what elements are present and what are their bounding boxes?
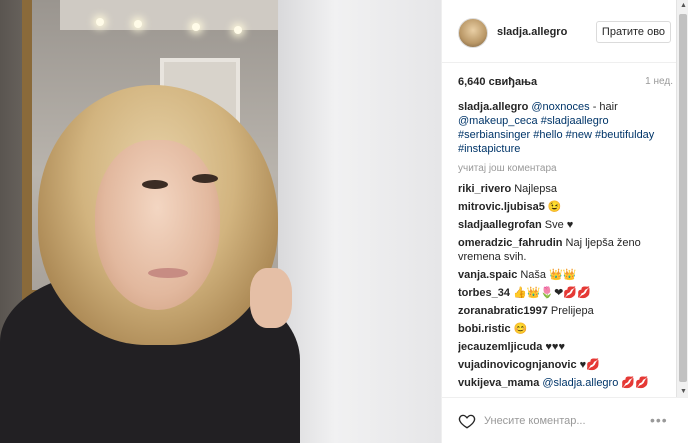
comment-text: Prelijepa <box>550 305 594 317</box>
photo-eye <box>192 174 218 183</box>
comment-text: Sve ♥ <box>544 219 574 231</box>
comment-mention[interactable]: @sladja.allegro <box>542 377 618 389</box>
comment-text: 👍👑🌷❤💋💋 <box>512 287 591 299</box>
load-more-comments[interactable]: учитај још коментара <box>458 162 676 176</box>
comment-username[interactable]: omeradzic_fahrudin <box>458 237 563 249</box>
heart-icon[interactable] <box>458 412 476 430</box>
comment-text: 💋💋 <box>618 377 649 389</box>
comment-item: vukijeva_mama @sladja.allegro 💋💋 <box>458 376 676 390</box>
comment-item: riki_rivero Najlepsa <box>458 182 676 196</box>
comment-text: 😊 <box>513 323 528 335</box>
comment-text: 😉 <box>547 201 562 213</box>
comment-username[interactable]: sladjaallegrofan <box>458 219 542 231</box>
comment-username[interactable]: torbes_34 <box>458 287 510 299</box>
avatar[interactable] <box>458 18 488 48</box>
comment-username[interactable]: riki_rivero <box>458 183 511 195</box>
likes-count[interactable]: 6,640 свиђања <box>458 76 537 88</box>
comments-scrollbar[interactable]: ▲ ▼ <box>676 0 688 397</box>
scroll-up-arrow-icon[interactable]: ▲ <box>680 2 687 9</box>
comment-item: omeradzic_fahrudin Naj ljepša ženo vremen… <box>458 236 676 264</box>
comment-username[interactable]: vanja.spaic <box>458 269 517 281</box>
photo-light <box>192 23 200 31</box>
photo-light <box>234 26 242 34</box>
photo-light <box>134 20 142 28</box>
caption-username[interactable]: sladja.allegro <box>458 101 528 113</box>
comment-item: mitrovic.ljubisa5 😉 <box>458 200 676 214</box>
comment-text: ♥♥♥ <box>545 341 565 353</box>
photo-face <box>95 140 220 310</box>
post-username[interactable]: sladja.allegro <box>497 26 567 38</box>
caption-text: - hair <box>589 101 618 113</box>
scroll-down-arrow-icon[interactable]: ▼ <box>680 388 687 395</box>
comment-item: jecauzemljicuda ♥♥♥ <box>458 340 676 354</box>
comment-username[interactable]: jecauzemljicuda <box>458 341 542 353</box>
comment-username[interactable]: zoranabratic1997 <box>458 305 548 317</box>
comment-username[interactable]: mitrovic.ljubisa5 <box>458 201 545 213</box>
post-stats: 6,640 свиђања 1 нед. <box>458 76 673 90</box>
comment-text: Naša 👑👑 <box>520 269 577 281</box>
comments-list: sladja.allegro @noxnoces - hair @makeup_… <box>458 100 676 397</box>
photo-ceiling <box>60 0 280 30</box>
comment-username[interactable]: bobi.ristic <box>458 323 511 335</box>
comment-item: vujadinovicognjanovic ♥💋 <box>458 358 676 372</box>
comment-item: torbes_34 👍👑🌷❤💋💋 <box>458 286 676 300</box>
post-photo[interactable] <box>0 0 441 443</box>
comment-input[interactable] <box>484 412 634 430</box>
photo-lips <box>148 268 188 278</box>
photo-eye <box>142 180 168 189</box>
post-caption: sladja.allegro @noxnoces - hair @makeup_… <box>458 100 676 156</box>
photo-hand <box>250 268 292 328</box>
comment-text: Najlepsa <box>514 183 558 195</box>
comment-item: vanja.spaic Naša 👑👑 <box>458 268 676 282</box>
comment-text: ♥💋 <box>579 359 600 371</box>
comment-item: sladjaallegrofan Sve ♥ <box>458 218 676 232</box>
comment-item: bobi.ristic 😊 <box>458 322 676 336</box>
post-sidebar: sladja.allegro Пратите ово 6,640 свиђања… <box>441 0 688 443</box>
caption-mention[interactable]: @noxnoces <box>531 101 589 113</box>
caption-mention[interactable]: @makeup_ceca <box>458 115 538 127</box>
post-header: sladja.allegro Пратите ово <box>442 0 676 63</box>
post-time[interactable]: 1 нед. <box>645 76 673 87</box>
scrollbar-thumb[interactable] <box>679 14 687 382</box>
photo-white-wall <box>278 0 441 443</box>
photo-light <box>96 18 104 26</box>
post-footer: ••• <box>442 397 688 443</box>
comment-item: zoranabratic1997 Prelijepa <box>458 304 676 318</box>
more-options-icon[interactable]: ••• <box>650 412 668 428</box>
follow-button[interactable]: Пратите ово <box>596 21 671 43</box>
comment-username[interactable]: vujadinovicognjanovic <box>458 359 577 371</box>
comment-username[interactable]: vukijeva_mama <box>458 377 539 389</box>
